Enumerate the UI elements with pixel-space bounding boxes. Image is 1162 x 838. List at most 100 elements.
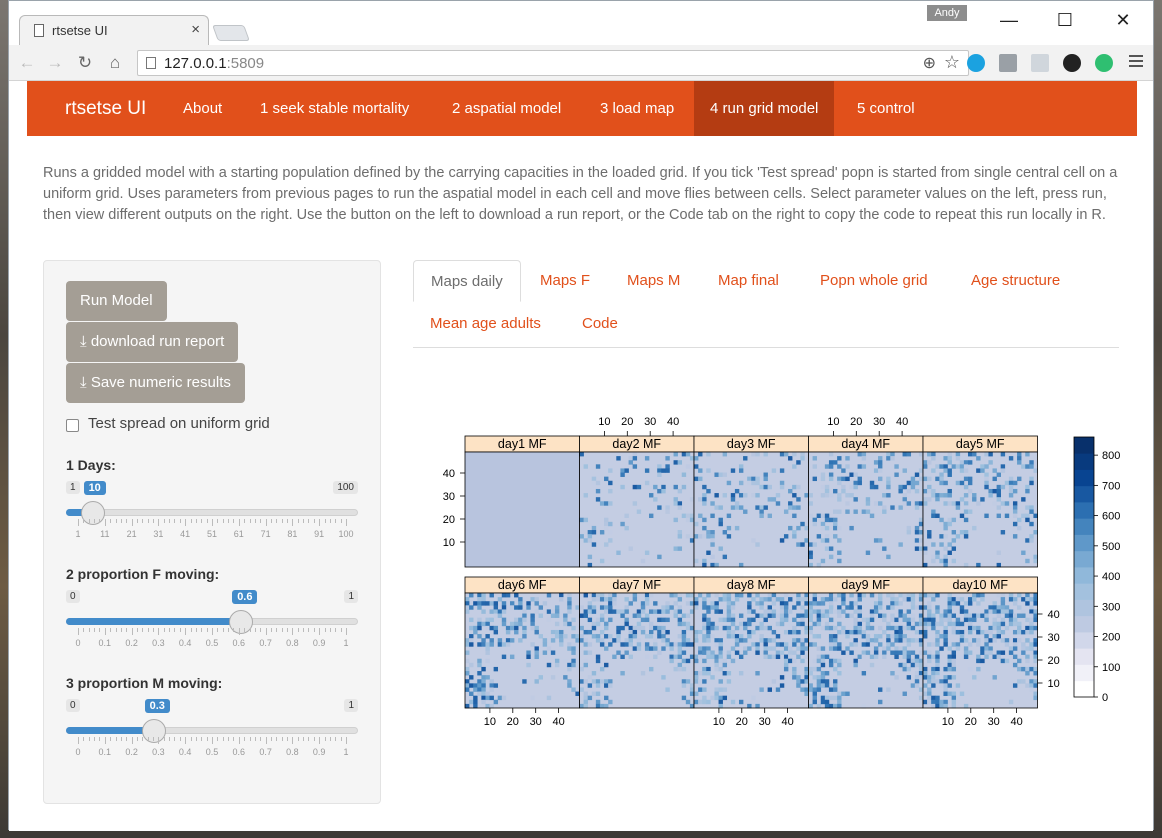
heatmap-cell (755, 593, 760, 598)
heatmap-cell (738, 671, 744, 676)
heatmap-cell (959, 480, 965, 486)
heatmap-cell (726, 480, 732, 486)
heatmap-cell (702, 597, 707, 602)
heatmap-cell (1017, 593, 1022, 598)
nav-about[interactable]: About (167, 81, 238, 136)
heatmap-panel (465, 452, 580, 567)
image-extension-icon[interactable] (999, 54, 1017, 72)
heatmap-cell (755, 542, 760, 547)
slider-tick-mark (308, 737, 310, 741)
axis-tick-label: 40 (443, 468, 455, 480)
heatmap-cell (890, 452, 895, 457)
new-tab-button[interactable] (212, 25, 250, 41)
slider-tick-mark (270, 737, 272, 741)
heatmap-cell (698, 476, 703, 482)
heatmap-cell (661, 609, 666, 614)
grammarly-icon[interactable] (1095, 54, 1113, 72)
heatmap-cell (595, 597, 601, 602)
nav-aspatial-model[interactable]: 2 aspatial model (436, 81, 577, 136)
slider-tick-mark (281, 737, 283, 741)
heatmap-cell (959, 605, 965, 610)
home-icon[interactable]: ⌂ (103, 51, 127, 75)
forward-icon[interactable]: → (43, 51, 67, 75)
color-picker-icon[interactable] (1063, 54, 1081, 72)
skype-icon[interactable] (967, 54, 985, 72)
heatmap-cell (951, 597, 957, 602)
slider-tick-mark (126, 628, 128, 632)
tab-code[interactable]: Code (565, 303, 635, 345)
close-tab-icon[interactable]: × (191, 21, 200, 38)
heatmap-cell (824, 464, 830, 469)
browser-tab[interactable]: rtsetse UI × (19, 15, 209, 45)
heatmap-cell (947, 468, 952, 473)
heatmap-cell (775, 621, 781, 627)
heatmap-cell (1029, 683, 1034, 688)
reload-icon[interactable]: ↻ (73, 51, 97, 75)
menu-icon[interactable] (1129, 55, 1143, 70)
heatmap-cell (1029, 646, 1034, 651)
close-window-icon[interactable]: ✕ (1101, 7, 1145, 33)
heatmap-cell (694, 658, 699, 664)
download-report-button[interactable]: ⤓ download run report (66, 322, 239, 362)
heatmap-cell (489, 593, 494, 598)
heatmap-cell (514, 617, 519, 623)
heatmap-cell (604, 634, 609, 639)
heatmap-cell (649, 646, 654, 651)
tab-maps-m[interactable]: Maps M (610, 260, 697, 302)
heatmap-cell (910, 662, 916, 668)
minimize-icon[interactable]: — (987, 7, 1031, 33)
heatmap-cell (718, 597, 723, 602)
heatmap-cell (665, 456, 670, 461)
heatmap-cell (726, 617, 732, 623)
tab-map-final[interactable]: Map final (701, 260, 796, 302)
tab-maps-daily[interactable]: Maps daily (413, 260, 521, 302)
heatmap-cell (955, 501, 961, 506)
heatmap-cell (1000, 601, 1006, 606)
heatmap-cell (567, 597, 572, 602)
save-results-button[interactable]: ⤓ Save numeric results (66, 363, 245, 403)
days-slider[interactable]: 1 100 10 1 11 21 31 41 51 61 71 81 91 100 (66, 481, 358, 571)
heatmap-cell (1000, 452, 1006, 457)
heatmap-cell (563, 617, 568, 623)
heatmap-cell (865, 617, 871, 623)
zoom-icon[interactable]: ⊕ (923, 53, 936, 73)
dropbox-icon[interactable] (1031, 54, 1049, 72)
nav-run-grid-model[interactable]: 4 run grid model (694, 81, 835, 136)
tab-popn-whole-grid[interactable]: Popn whole grid (803, 260, 945, 302)
nav-load-map[interactable]: 3 load map (584, 81, 690, 136)
nav-seek-stable-mortality[interactable]: 1 seek stable mortality (244, 81, 425, 136)
address-bar[interactable]: 127.0.0.1:5809 ⊕ ☆ (137, 50, 969, 76)
heatmap-cell (1029, 534, 1034, 539)
slider-tick-mark (142, 737, 144, 741)
run-model-button[interactable]: Run Model (66, 281, 167, 321)
heatmap-cell (873, 484, 879, 490)
heatmap-cell (604, 662, 609, 668)
heatmap-cell (726, 671, 732, 676)
heatmap-cell (767, 687, 772, 692)
heatmap-cell (554, 609, 560, 614)
heatmap-cell (1017, 658, 1022, 664)
nav-control[interactable]: 5 control (841, 81, 931, 136)
m-moving-slider[interactable]: 0 1 0.3 0 0.1 0.2 0.3 0.4 0.5 0.6 0.7 0.8 0.9 1 (66, 699, 358, 789)
app-brand[interactable]: rtsetse UI (65, 98, 146, 120)
maximize-icon[interactable]: ☐ (1043, 7, 1087, 33)
heatmap-cell (1017, 621, 1022, 627)
heatmap-cell (923, 546, 928, 551)
heatmap-cell (792, 505, 797, 510)
back-icon[interactable]: ← (15, 51, 39, 75)
heatmap-cell (595, 654, 601, 660)
profile-badge[interactable]: Andy (927, 5, 967, 21)
tab-mean-age-adults[interactable]: Mean age adults (413, 303, 558, 345)
tab-age-structure[interactable]: Age structure (954, 260, 1077, 302)
f-moving-slider[interactable]: 0 1 0.6 0 0.1 0.2 0.3 0.4 0.5 0.6 0.7 0.8 0.9 1 (66, 590, 358, 680)
heatmap-cell (1025, 683, 1030, 688)
heatmap-cell (501, 605, 507, 610)
heatmap-cell (943, 546, 948, 551)
heatmap-cell (886, 456, 891, 461)
tab-maps-f[interactable]: Maps F (523, 260, 607, 302)
heatmap-cell (906, 617, 912, 623)
heatmap-cell (849, 493, 854, 498)
test-spread-checkbox[interactable] (66, 419, 79, 432)
bookmark-star-icon[interactable]: ☆ (944, 52, 960, 73)
heatmap-cell (755, 613, 760, 618)
